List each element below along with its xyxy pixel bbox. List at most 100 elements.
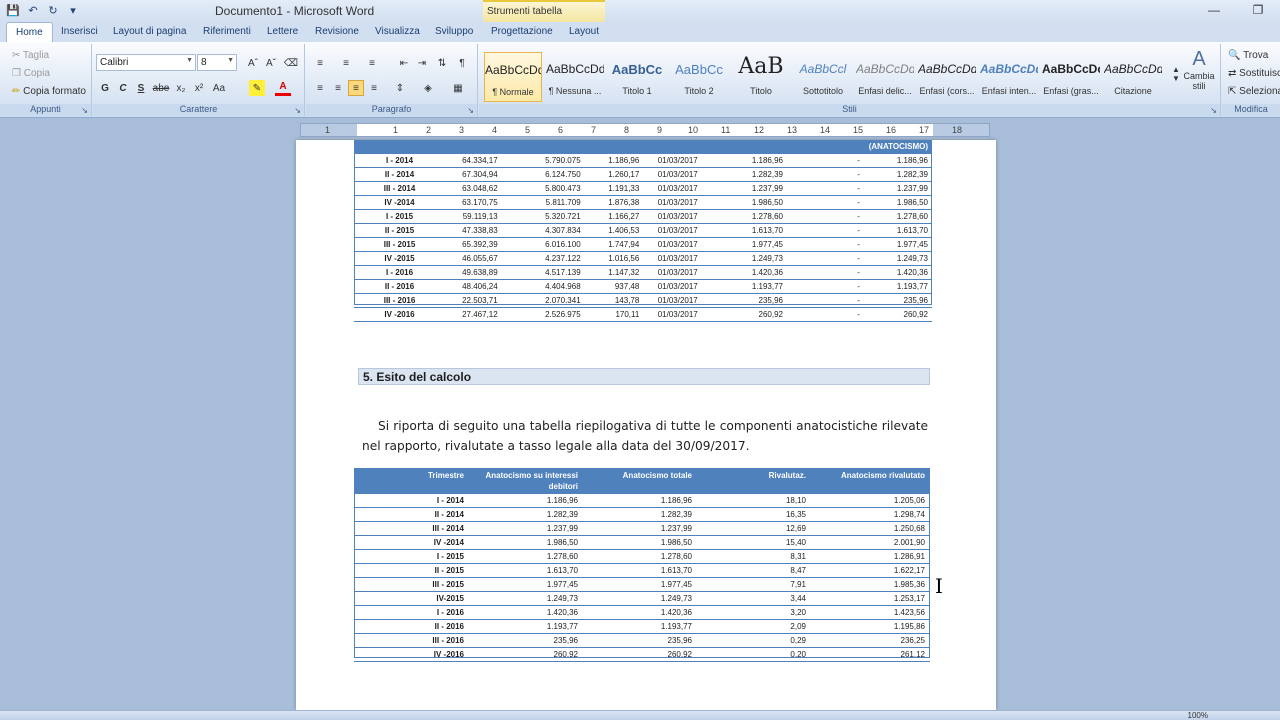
section-heading[interactable]: 5. Esito del calcolo bbox=[358, 368, 930, 385]
numbering-icon[interactable]: ≡ bbox=[338, 55, 354, 71]
table-cell: III - 2016 bbox=[354, 633, 469, 648]
restore-icon[interactable]: ❐ bbox=[1236, 0, 1280, 20]
clipboard-launcher-icon[interactable]: ↘ bbox=[81, 106, 88, 115]
table-row[interactable]: IV -2014 1.986,50 1.986,50 15,40 2.001,90 bbox=[354, 535, 930, 550]
table-row[interactable]: IV -2014 63.170,75 5.811.709 1.876,38 01/03/… bbox=[354, 195, 932, 210]
table-row[interactable]: III - 2016 22.503,71 2.070.341 143,78 01/03/… bbox=[354, 293, 932, 308]
pilcrow-icon[interactable]: ¶ bbox=[454, 55, 470, 71]
style-nessuna-spaziatura[interactable]: AaBbCcDd ¶ Nessuna ... bbox=[546, 52, 604, 102]
format-painter-button[interactable]: ✏ Copia formato bbox=[12, 86, 86, 97]
table-row-empty[interactable] bbox=[354, 662, 930, 678]
style-titolo-1[interactable]: AaBbCc Titolo 1 bbox=[608, 52, 666, 102]
font-name-combo[interactable]: Calibri ▼ bbox=[96, 54, 196, 71]
clear-format-icon[interactable]: ⌫ bbox=[283, 55, 299, 71]
save-icon[interactable]: 💾 bbox=[4, 2, 22, 19]
tab-revisione[interactable]: Revisione bbox=[315, 26, 359, 37]
subscript-icon[interactable]: x₂ bbox=[173, 80, 189, 96]
style-citazione[interactable]: AaBbCcDd Citazione bbox=[1104, 52, 1162, 102]
decrease-indent-icon[interactable]: ⇤ bbox=[396, 55, 412, 71]
replace-button[interactable]: ⇄ Sostituisci bbox=[1228, 68, 1280, 79]
table-row[interactable]: I - 2014 64.334,17 5.790.075 1.186,96 01/03/… bbox=[354, 153, 932, 168]
font-color-icon[interactable]: A bbox=[275, 80, 291, 96]
table-row[interactable]: II - 2015 1.613,70 1.613,70 8,47 1.622,17 bbox=[354, 563, 930, 578]
table-row[interactable]: III - 2015 65.392,39 6.016.100 1.747,94 01/0… bbox=[354, 237, 932, 252]
table-row[interactable]: II - 2014 67.304,94 6.124.750 1.260,17 01/03… bbox=[354, 167, 932, 182]
table-row[interactable]: IV-2015 1.249,73 1.249,73 3,44 1.253,17 bbox=[354, 591, 930, 606]
table-row[interactable]: I - 2016 49.638,89 4.517.139 1.147,32 01/03/… bbox=[354, 265, 932, 280]
change-case-icon[interactable]: Aa bbox=[211, 80, 227, 96]
table-row[interactable]: II - 2015 47.338,83 4.307.834 1.406,53 01/03… bbox=[354, 223, 932, 238]
tab-layout[interactable]: Layout bbox=[569, 26, 599, 37]
table-row[interactable]: III - 2016 235,96 235,96 0,29 236,25 bbox=[354, 633, 930, 648]
increase-indent-icon[interactable]: ⇥ bbox=[414, 55, 430, 71]
tab-visualizza[interactable]: Visualizza bbox=[375, 26, 420, 37]
calculation-table[interactable]: (ANATOCISMO) I - 2014 64.334,17 5.790.075 1… bbox=[354, 140, 932, 322]
table-row[interactable]: III - 2015 1.977,45 1.977,45 7,91 1.985,36 bbox=[354, 577, 930, 592]
table-row[interactable]: I - 2014 1.186,96 1.186,96 18,10 1.205,06 bbox=[354, 494, 930, 508]
undo-icon[interactable]: ↶ bbox=[24, 2, 42, 19]
style-enfasi-grassetto[interactable]: AaBbCcDc Enfasi (gras... bbox=[1042, 52, 1100, 102]
style-enfasi-delicata[interactable]: AaBbCcDd Enfasi delic... bbox=[856, 52, 914, 102]
zoom-level[interactable]: 100% bbox=[1188, 711, 1208, 720]
styles-launcher-icon[interactable]: ↘ bbox=[1210, 106, 1217, 115]
tab-lettere[interactable]: Lettere bbox=[267, 26, 298, 37]
font-launcher-icon[interactable]: ↘ bbox=[294, 106, 301, 115]
justify-icon[interactable]: ≡ bbox=[366, 80, 382, 96]
borders-icon[interactable]: ▦ bbox=[450, 80, 466, 96]
tab-inserisci[interactable]: Inserisci bbox=[61, 26, 98, 37]
shading-icon[interactable]: ◈ bbox=[420, 80, 436, 96]
multilevel-list-icon[interactable]: ≡ bbox=[364, 55, 380, 71]
document-page[interactable]: (ANATOCISMO) I - 2014 64.334,17 5.790.075 1… bbox=[296, 140, 996, 710]
underline-icon[interactable]: S bbox=[133, 80, 149, 96]
table-row[interactable]: I - 2015 1.278,60 1.278,60 8,31 1.286,91 bbox=[354, 549, 930, 564]
grow-font-icon[interactable]: Aˆ bbox=[245, 55, 261, 71]
style-enfasi-intensa[interactable]: AaBbCcDd Enfasi inten... bbox=[980, 52, 1038, 102]
redo-icon[interactable]: ↻ bbox=[44, 2, 62, 19]
strikethrough-icon[interactable]: abe bbox=[153, 80, 170, 96]
table-cell bbox=[469, 662, 583, 678]
align-center-icon[interactable]: ≡ bbox=[330, 80, 346, 96]
change-styles-button[interactable]: A Cambia stili bbox=[1179, 48, 1219, 91]
table-row[interactable]: III - 2014 1.237,99 1.237,99 12,69 1.250,68 bbox=[354, 521, 930, 536]
table-row[interactable]: IV -2016 27.467,12 2.526.975 170,11 01/03/20… bbox=[354, 307, 932, 322]
find-button[interactable]: 🔍 Trova bbox=[1228, 50, 1268, 61]
minimize-icon[interactable]: — bbox=[1192, 0, 1236, 20]
tab-riferimenti[interactable]: Riferimenti bbox=[203, 26, 251, 37]
table-row[interactable]: IV -2016 260,92 260,92 0,20 261,12 bbox=[354, 647, 930, 662]
table-row[interactable]: II - 2016 48.406,24 4.404.968 937,48 01/03/2… bbox=[354, 279, 932, 294]
style-normale[interactable]: AaBbCcDd ¶ Normale bbox=[484, 52, 542, 102]
sort-icon[interactable]: ⇅ bbox=[434, 55, 450, 71]
summary-table[interactable]: Trimestre Anatocismo su interessi debito… bbox=[354, 468, 930, 678]
shrink-font-icon[interactable]: Aˇ bbox=[263, 55, 279, 71]
horizontal-ruler[interactable]: 1 1 2 3 4 5 6 7 8 9 10 11 12 13 14 15 16… bbox=[300, 123, 990, 137]
line-spacing-icon[interactable]: ⇕ bbox=[392, 80, 408, 96]
align-left-icon[interactable]: ≡ bbox=[312, 80, 328, 96]
style-sottotitolo[interactable]: AaBbCcl Sottotitolo bbox=[794, 52, 852, 102]
style-enfasi-corsivo[interactable]: AaBbCcDd Enfasi (cors... bbox=[918, 52, 976, 102]
select-button[interactable]: ⇱ Seleziona bbox=[1228, 86, 1280, 97]
body-paragraph[interactable]: Si riporta di seguito una tabella riepil… bbox=[362, 416, 928, 456]
tab-progettazione[interactable]: Progettazione bbox=[491, 26, 553, 37]
bold-icon[interactable]: G bbox=[97, 80, 113, 96]
style-titolo-2[interactable]: AaBbCc Titolo 2 bbox=[670, 52, 728, 102]
bullets-icon[interactable]: ≡ bbox=[312, 55, 328, 71]
font-size-combo[interactable]: 8 ▼ bbox=[197, 54, 237, 71]
table-row[interactable]: II - 2014 1.282,39 1.282,39 16,35 1.298,74 bbox=[354, 507, 930, 522]
customize-toolbar-icon[interactable]: ▾ bbox=[64, 2, 82, 19]
paragraph-launcher-icon[interactable]: ↘ bbox=[467, 106, 474, 115]
tab-sviluppo[interactable]: Sviluppo bbox=[435, 26, 473, 37]
align-right-icon[interactable]: ≡ bbox=[348, 80, 364, 96]
table-row[interactable]: IV -2015 46.055,67 4.237.122 1.016,56 01/03/… bbox=[354, 251, 932, 266]
tab-layout-di-pagina[interactable]: Layout di pagina bbox=[113, 26, 186, 37]
copy-button[interactable]: ❐ Copia bbox=[12, 68, 50, 79]
highlight-icon[interactable]: ✎ bbox=[249, 80, 265, 96]
tab-home[interactable]: Home bbox=[6, 22, 53, 42]
style-titolo[interactable]: AaB Titolo bbox=[732, 52, 790, 102]
table-row[interactable]: II - 2016 1.193,77 1.193,77 2,09 1.195,86 bbox=[354, 619, 930, 634]
cut-button[interactable]: ✂ Taglia bbox=[12, 50, 49, 61]
superscript-icon[interactable]: x² bbox=[191, 80, 207, 96]
italic-icon[interactable]: C bbox=[115, 80, 131, 96]
table-row[interactable]: III - 2014 63.048,62 5.800.473 1.191,33 01/0… bbox=[354, 181, 932, 196]
table-row[interactable]: I - 2016 1.420,36 1.420,36 3,20 1.423,56 bbox=[354, 605, 930, 620]
table-row[interactable]: I - 2015 59.119,13 5.320.721 1.166,27 01/03/… bbox=[354, 209, 932, 224]
